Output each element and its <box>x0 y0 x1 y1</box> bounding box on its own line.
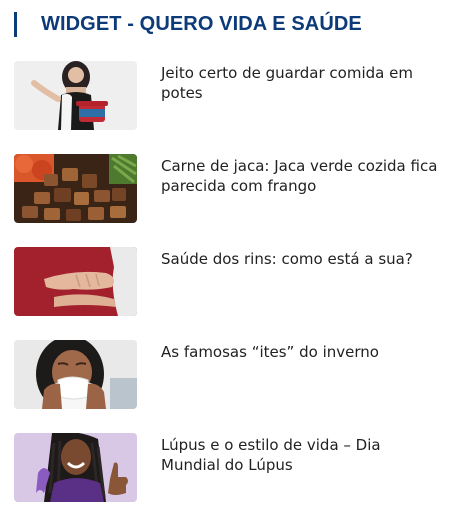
jackfruit-dish-image <box>14 154 137 223</box>
widget-header: WIDGET - QUERO VIDA E SAÚDE <box>14 12 362 37</box>
article-thumbnail[interactable] <box>14 340 137 409</box>
article-title[interactable]: Saúde dos rins: como está a sua? <box>161 249 441 269</box>
article-item[interactable]: Saúde dos rins: como está a sua? <box>14 247 444 340</box>
article-thumbnail[interactable] <box>14 154 137 223</box>
article-thumbnail[interactable] <box>14 247 137 316</box>
woman-food-container-image <box>14 61 137 130</box>
article-title[interactable]: Carne de jaca: Jaca verde cozida fica pa… <box>161 156 441 196</box>
article-item[interactable]: Jeito certo de guardar comida em potes <box>14 61 444 154</box>
article-title[interactable]: As famosas “ites” do inverno <box>161 342 441 362</box>
article-item[interactable]: Carne de jaca: Jaca verde cozida fica pa… <box>14 154 444 247</box>
article-list: Jeito certo de guardar comida em potes C… <box>14 61 444 526</box>
article-item[interactable]: As famosas “ites” do inverno <box>14 340 444 433</box>
kidney-pain-image <box>14 247 137 316</box>
lupus-ribbon-image <box>14 433 137 502</box>
article-title[interactable]: Jeito certo de guardar comida em potes <box>161 63 441 103</box>
article-thumbnail[interactable] <box>14 61 137 130</box>
health-widget: WIDGET - QUERO VIDA E SAÚDE Jeito certo <box>0 0 458 513</box>
article-thumbnail[interactable] <box>14 433 137 502</box>
widget-title: WIDGET - QUERO VIDA E SAÚDE <box>41 13 362 35</box>
header-accent-bar <box>14 12 17 37</box>
article-title[interactable]: Lúpus e o estilo de vida – Dia Mundial d… <box>161 435 441 475</box>
woman-sneezing-image <box>14 340 137 409</box>
article-item[interactable]: Lúpus e o estilo de vida – Dia Mundial d… <box>14 433 444 526</box>
